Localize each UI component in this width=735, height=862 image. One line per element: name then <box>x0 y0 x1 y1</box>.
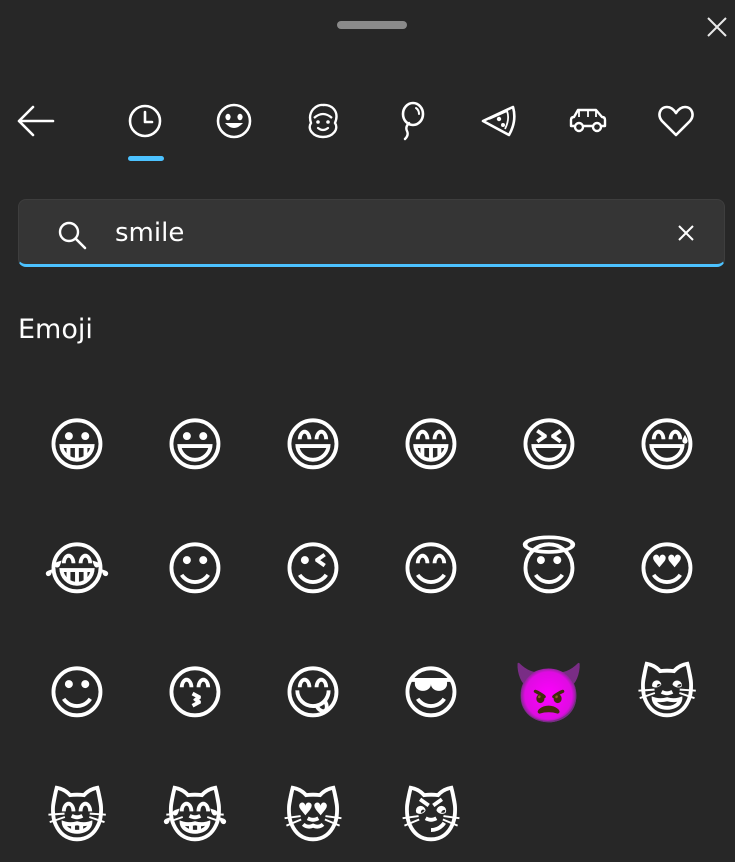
emoji-glyph: 😍 <box>636 535 698 603</box>
emoji-item[interactable]: 😙 <box>150 648 240 738</box>
emoji-glyph: 😁 <box>400 411 462 479</box>
emoji-glyph: ☺ <box>46 659 108 727</box>
emoji-grid: 😀 😃 😄 😁 😆 😅 😂 ☺ 😉 😊 😇 😍 ☺ 😙 😋 😎 👿 😺 😸 😹 … <box>0 0 735 846</box>
emoji-item[interactable]: ☺ <box>32 648 122 738</box>
emoji-item[interactable]: 👿 <box>504 648 594 738</box>
emoji-item[interactable]: 😁 <box>386 400 476 490</box>
emoji-glyph: 😊 <box>400 535 462 603</box>
emoji-glyph: 😆 <box>518 411 580 479</box>
emoji-item[interactable]: 😍 <box>622 524 712 614</box>
emoji-glyph: 😄 <box>282 411 344 479</box>
emoji-glyph: 😅 <box>636 411 698 479</box>
emoji-item[interactable]: 😋 <box>268 648 358 738</box>
emoji-glyph: 😺 <box>636 659 698 727</box>
emoji-glyph: 😋 <box>282 659 344 727</box>
emoji-glyph: ☺ <box>164 535 226 603</box>
emoji-glyph: 😀 <box>46 411 108 479</box>
emoji-item[interactable]: 😀 <box>32 400 122 490</box>
emoji-glyph: 😸 <box>46 783 108 851</box>
emoji-item[interactable]: 😻 <box>268 772 358 862</box>
emoji-glyph: 👿 <box>512 659 586 727</box>
emoji-item[interactable]: 😆 <box>504 400 594 490</box>
emoji-item[interactable]: ☺ <box>150 524 240 614</box>
emoji-item[interactable]: 😉 <box>268 524 358 614</box>
emoji-glyph: 😻 <box>282 783 344 851</box>
emoji-item[interactable]: 😺 <box>622 648 712 738</box>
emoji-item[interactable]: 😹 <box>150 772 240 862</box>
emoji-item[interactable]: 😄 <box>268 400 358 490</box>
emoji-glyph: 😉 <box>282 535 344 603</box>
emoji-item[interactable]: 😃 <box>150 400 240 490</box>
emoji-glyph: 😼 <box>400 783 462 851</box>
emoji-item[interactable]: 😸 <box>32 772 122 862</box>
emoji-item[interactable]: 😊 <box>386 524 476 614</box>
emoji-glyph: 😙 <box>164 659 226 727</box>
emoji-item[interactable]: 😼 <box>386 772 476 862</box>
emoji-glyph: 😇 <box>518 535 580 603</box>
emoji-glyph: 😎 <box>400 659 462 727</box>
emoji-item[interactable]: 😇 <box>504 524 594 614</box>
emoji-item[interactable]: 😎 <box>386 648 476 738</box>
emoji-glyph: 😹 <box>161 783 229 851</box>
emoji-item[interactable]: 😅 <box>622 400 712 490</box>
emoji-glyph: 😂 <box>43 535 111 603</box>
emoji-glyph: 😃 <box>164 411 226 479</box>
emoji-item[interactable]: 😂 <box>32 524 122 614</box>
